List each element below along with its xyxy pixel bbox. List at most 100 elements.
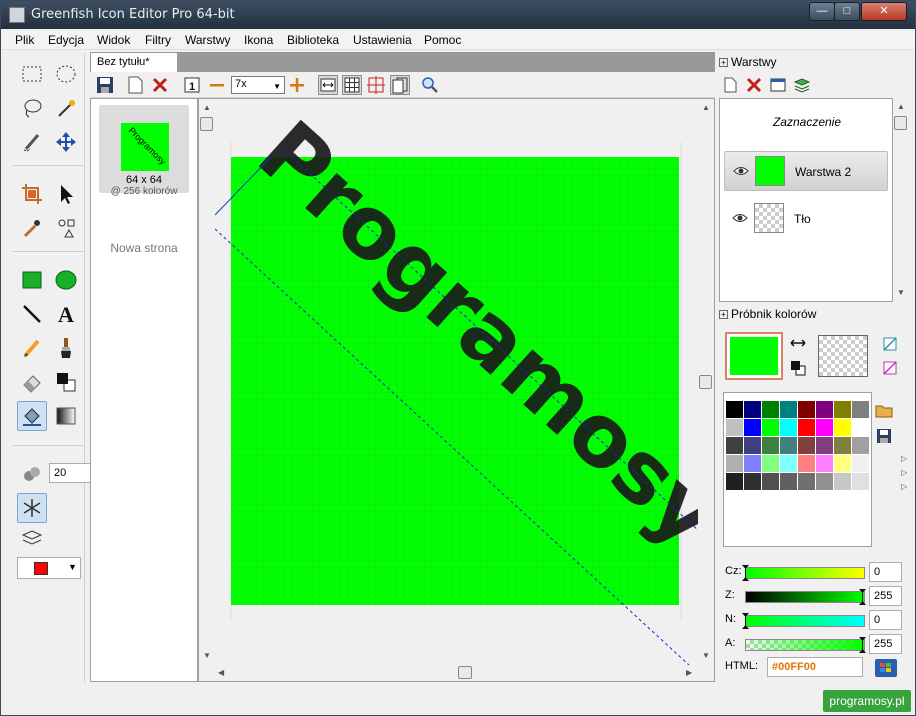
scroll-right-arrow[interactable]: ▶: [686, 668, 692, 677]
layer-item[interactable]: Tło: [724, 199, 888, 239]
alpha-value-input[interactable]: 255: [869, 634, 902, 654]
gradient-tool[interactable]: [51, 401, 81, 431]
palette-color-cell[interactable]: [798, 455, 815, 472]
scroll-down-arrow[interactable]: ▼: [203, 651, 211, 660]
palette-color-cell[interactable]: [744, 419, 761, 436]
delete-page-button[interactable]: [150, 75, 170, 95]
eye-icon[interactable]: [733, 165, 749, 177]
scroll-left-arrow[interactable]: ◀: [218, 668, 224, 677]
delete-layer-button[interactable]: [744, 75, 764, 95]
save-button[interactable]: [95, 75, 115, 95]
pointer-tool[interactable]: [51, 179, 81, 209]
palette-color-cell[interactable]: [852, 437, 869, 454]
palette-color-cell[interactable]: [834, 473, 851, 490]
fill-tool[interactable]: [17, 401, 47, 431]
zoom-select[interactable]: 7x ▼: [231, 76, 285, 94]
color-dropdown[interactable]: ▼: [17, 557, 81, 579]
windows-color-dialog-icon[interactable]: [875, 659, 897, 677]
palette-color-cell[interactable]: [762, 437, 779, 454]
title-bar[interactable]: Greenfish Icon Editor Pro 64-bit — □ ✕: [1, 1, 915, 29]
eye-icon[interactable]: [732, 212, 748, 224]
palette-color-cell[interactable]: [726, 401, 743, 418]
menu-plik[interactable]: Plik: [15, 33, 34, 47]
horizontal-scroll-thumb[interactable]: [458, 666, 472, 679]
brush-tool[interactable]: [51, 333, 81, 363]
crop-tool[interactable]: [17, 179, 47, 209]
palette-color-cell[interactable]: [816, 419, 833, 436]
palette-color-cell[interactable]: [852, 455, 869, 472]
palette-color-cell[interactable]: [780, 437, 797, 454]
palette-color-cell[interactable]: [744, 437, 761, 454]
palette-color-cell[interactable]: [816, 455, 833, 472]
palette-color-cell[interactable]: [852, 401, 869, 418]
default-colors-icon[interactable]: [790, 360, 806, 376]
palette-color-cell[interactable]: [834, 401, 851, 418]
html-color-input[interactable]: #00FF00: [767, 657, 863, 677]
blend-mode-button[interactable]: [17, 523, 47, 553]
scroll-down-arrow[interactable]: ▼: [897, 288, 905, 297]
palette-color-cell[interactable]: [798, 473, 815, 490]
palette-color-cell[interactable]: [726, 455, 743, 472]
palette-color-cell[interactable]: [780, 473, 797, 490]
palette-color-cell[interactable]: [852, 419, 869, 436]
move-tool[interactable]: [51, 127, 81, 157]
merge-layers-button[interactable]: [792, 75, 812, 95]
scroll-down-arrow[interactable]: ▼: [702, 651, 710, 660]
transparent-color-icon[interactable]: [883, 337, 897, 351]
save-palette-icon[interactable]: [876, 428, 892, 444]
palette-color-cell[interactable]: [726, 473, 743, 490]
center-lines-toggle[interactable]: [366, 75, 386, 95]
ellipse-select-tool[interactable]: [51, 59, 81, 89]
left-scrollbar[interactable]: ▲ ▼: [199, 99, 215, 665]
document-tab[interactable]: Bez tytułu*: [90, 52, 178, 72]
brush-size-input[interactable]: 20: [49, 463, 91, 483]
blue-value-input[interactable]: 0: [869, 610, 902, 630]
palette-color-cell[interactable]: [852, 473, 869, 490]
line-tool[interactable]: [17, 299, 47, 329]
new-page-link[interactable]: Nowa strona: [91, 241, 197, 255]
maximize-button[interactable]: □: [834, 2, 860, 21]
color-replace-tool[interactable]: [51, 367, 81, 397]
new-layer-button[interactable]: [720, 75, 740, 95]
horizontal-scrollbar[interactable]: ◀ ▶: [215, 665, 698, 681]
palette-color-cell[interactable]: [834, 455, 851, 472]
minimize-button[interactable]: —: [809, 2, 835, 21]
eyedropper-tool[interactable]: [17, 213, 47, 243]
palette-color-cell[interactable]: [762, 401, 779, 418]
scroll-up-arrow[interactable]: ▲: [897, 102, 905, 111]
palette-color-cell[interactable]: [834, 437, 851, 454]
palette-color-cell[interactable]: [762, 455, 779, 472]
close-button[interactable]: ✕: [861, 2, 907, 21]
lasso-tool[interactable]: [17, 93, 47, 123]
layer-properties-button[interactable]: [768, 75, 788, 95]
color-section-header[interactable]: + Próbnik kolorów: [719, 307, 816, 321]
ellipse-tool[interactable]: [51, 265, 81, 295]
vertical-scroll-thumb[interactable]: [699, 375, 712, 389]
pencil-tool[interactable]: [17, 333, 47, 363]
open-palette-icon[interactable]: [875, 402, 893, 418]
blue-slider[interactable]: [745, 615, 865, 627]
menu-ikona[interactable]: Ikona: [244, 33, 273, 47]
menu-widok[interactable]: Widok: [97, 33, 130, 47]
red-value-input[interactable]: 0: [869, 562, 902, 582]
palette-color-cell[interactable]: [780, 401, 797, 418]
palette-color-cell[interactable]: [780, 419, 797, 436]
palette-color-cell[interactable]: [780, 455, 797, 472]
left-scroll-thumb[interactable]: [200, 117, 213, 131]
brush-shape-button[interactable]: [17, 459, 47, 489]
palette-color-cell[interactable]: [726, 437, 743, 454]
rect-select-tool[interactable]: [17, 59, 47, 89]
vertical-scrollbar[interactable]: ▲ ▼: [698, 99, 714, 665]
magic-wand-tool[interactable]: [51, 93, 81, 123]
green-slider[interactable]: [745, 591, 865, 603]
scroll-up-arrow[interactable]: ▲: [702, 103, 710, 112]
scroll-up-arrow[interactable]: ▲: [203, 103, 211, 112]
palette-color-cell[interactable]: [834, 419, 851, 436]
page-thumbnail[interactable]: Programosy 64 x 64 @ 256 kolorów: [99, 105, 189, 197]
icon-canvas[interactable]: Programosy: [215, 99, 698, 665]
rectangle-tool[interactable]: [17, 265, 47, 295]
text-tool[interactable]: A: [51, 299, 81, 329]
zoom-in-button[interactable]: [287, 75, 307, 95]
layers-scrollbar[interactable]: ▲ ▼: [893, 98, 909, 302]
palette-color-cell[interactable]: [798, 401, 815, 418]
